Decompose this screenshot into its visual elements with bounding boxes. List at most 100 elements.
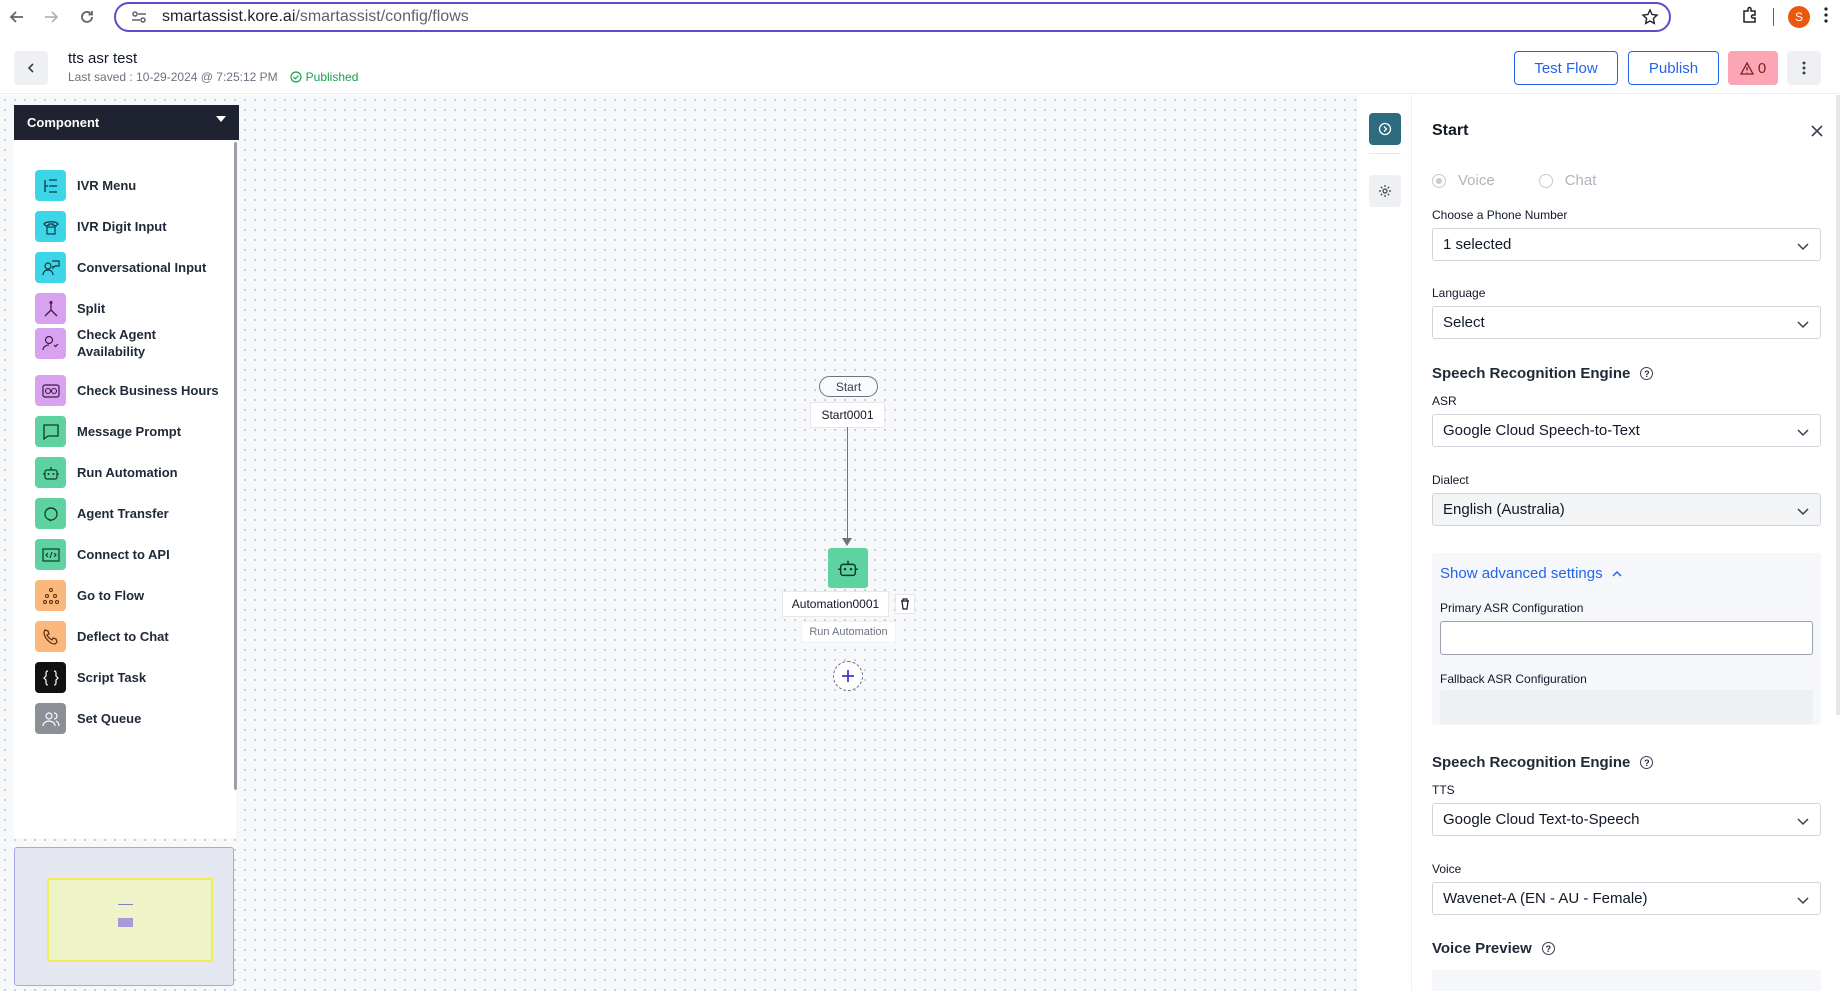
browser-menu-icon[interactable] (1824, 6, 1828, 28)
address-bar[interactable]: smartassist.kore.ai/smartassist/config/f… (114, 2, 1671, 32)
help-icon[interactable]: ? (1640, 756, 1654, 769)
tts-section-title-text: Speech Recognition Engine (1432, 754, 1631, 771)
palette-item-label: Run Automation (77, 465, 178, 480)
palette-item-message-prompt[interactable]: Message Prompt (35, 416, 181, 447)
palette-item-deflect-to-chat[interactable]: Deflect to Chat (35, 621, 169, 652)
palette-scrollbar[interactable] (234, 142, 237, 790)
trash-icon[interactable] (896, 595, 914, 613)
braces-icon (35, 662, 66, 693)
panel-scrollbar[interactable] (1836, 95, 1840, 715)
voice-radio[interactable] (1432, 173, 1446, 188)
flow-connector (847, 427, 848, 539)
primary-asr-label: Primary ASR Configuration (1440, 601, 1584, 615)
robot-icon (838, 560, 858, 577)
automation-node-label[interactable]: Automation0001 (783, 592, 888, 616)
bookmark-star-icon[interactable] (1641, 8, 1659, 31)
chevron-down-icon (1797, 897, 1809, 905)
palette-item-label: Set Queue (77, 711, 142, 726)
extensions-icon[interactable] (1741, 6, 1759, 29)
component-palette-header[interactable]: Component (14, 105, 239, 140)
asr-label: ASR (1432, 394, 1457, 408)
palette-item-run-automation[interactable]: Run Automation (35, 457, 178, 488)
conversation-icon (35, 252, 66, 283)
phone-number-select[interactable]: 1 selected (1432, 228, 1821, 261)
minimap-viewport[interactable] (47, 878, 213, 962)
phone-number-value: 1 selected (1443, 236, 1512, 253)
start-properties-panel: Start Voice Chat Choose a Phone Number 1… (1413, 95, 1840, 991)
rail-start-icon[interactable] (1369, 113, 1401, 145)
palette-item-check-agent-availability[interactable]: Check Agent Availability (35, 326, 167, 360)
warnings-button[interactable]: 0 (1728, 51, 1778, 85)
palette-title: Component (27, 115, 100, 130)
browser-forward-icon[interactable] (36, 2, 66, 32)
dialect-value: English (Australia) (1443, 501, 1565, 518)
palette-item-set-queue[interactable]: Set Queue (35, 703, 141, 734)
minimap[interactable] (14, 847, 234, 986)
minimap-node (118, 904, 133, 905)
voice-value: Wavenet-A (EN - AU - Female) (1443, 890, 1648, 907)
voice-preview-title: Voice Preview ? (1432, 940, 1555, 957)
language-label: Language (1432, 286, 1486, 300)
back-button[interactable] (14, 51, 48, 85)
publish-button[interactable]: Publish (1628, 51, 1719, 85)
voice-select[interactable]: Wavenet-A (EN - AU - Female) (1432, 882, 1821, 915)
start-pill[interactable]: Start (819, 376, 878, 397)
chat-radio-label: Chat (1564, 172, 1597, 189)
rail-settings-icon[interactable] (1369, 175, 1401, 207)
component-palette: IVR Menu IVR Digit Input Conversational … (14, 140, 236, 838)
automation-node[interactable] (828, 548, 868, 588)
palette-item-connect-to-api[interactable]: Connect to API (35, 539, 170, 570)
palette-item-ivr-menu[interactable]: IVR Menu (35, 170, 136, 201)
voice-radio-label: Voice (1458, 172, 1495, 189)
caret-down-icon[interactable] (216, 116, 226, 122)
keypad-phone-icon (35, 211, 66, 242)
primary-asr-input[interactable] (1440, 621, 1813, 655)
properties-rail (1356, 95, 1412, 991)
browser-reload-icon[interactable] (72, 2, 102, 32)
ivr-menu-icon (35, 170, 66, 201)
fallback-asr-label: Fallback ASR Configuration (1440, 672, 1587, 686)
chevron-down-icon (1797, 429, 1809, 437)
check-circle-icon (290, 71, 302, 83)
help-icon[interactable]: ? (1640, 367, 1654, 380)
palette-item-agent-transfer[interactable]: Agent Transfer (35, 498, 169, 529)
voice-label: Voice (1432, 862, 1462, 876)
palette-item-split[interactable]: Split (35, 293, 105, 324)
browser-back-icon[interactable] (2, 2, 32, 32)
chevron-down-icon (1797, 508, 1809, 516)
chat-radio[interactable] (1538, 173, 1553, 188)
palette-item-script-task[interactable]: Script Task (35, 662, 146, 693)
palette-item-conversational-input[interactable]: Conversational Input (35, 252, 206, 283)
status-badge: Published (290, 70, 358, 84)
url-host: smartassist.kore.ai (162, 8, 296, 25)
rail-divider (1369, 153, 1401, 154)
robot-icon (35, 457, 66, 488)
fallback-asr-input[interactable] (1440, 690, 1813, 724)
palette-item-check-business-hours[interactable]: Check Business Hours (35, 375, 219, 406)
profile-avatar[interactable]: S (1788, 6, 1810, 28)
show-advanced-settings-link[interactable]: Show advanced settings (1440, 565, 1623, 582)
phone-number-label: Choose a Phone Number (1432, 208, 1568, 222)
palette-item-label: Check Business Hours (77, 383, 219, 398)
asr-select[interactable]: Google Cloud Speech-to-Text (1432, 414, 1821, 447)
advanced-link-text: Show advanced settings (1440, 565, 1603, 582)
last-saved-text: Last saved : 10-29-2024 @ 7:25:12 PM (68, 70, 278, 84)
help-icon[interactable]: ? (1541, 942, 1555, 955)
agent-transfer-icon (35, 498, 66, 529)
palette-item-label: Go to Flow (77, 588, 145, 603)
dialect-select[interactable]: English (Australia) (1432, 493, 1821, 526)
tts-select[interactable]: Google Cloud Text-to-Speech (1432, 803, 1821, 836)
test-flow-button[interactable]: Test Flow (1514, 51, 1618, 85)
site-info-icon[interactable] (130, 8, 148, 26)
language-select[interactable]: Select (1432, 306, 1821, 339)
phone-chat-icon (35, 621, 66, 652)
add-node-button[interactable] (833, 661, 863, 691)
chevron-down-icon (1797, 321, 1809, 329)
more-options-icon[interactable] (1787, 51, 1821, 85)
tts-section-title: Speech Recognition Engine ? (1432, 754, 1654, 771)
palette-item-label: IVR Digit Input (77, 219, 167, 234)
palette-item-go-to-flow[interactable]: Go to Flow (35, 580, 144, 611)
close-icon[interactable] (1809, 123, 1825, 139)
start-node-label[interactable]: Start0001 (811, 403, 884, 427)
palette-item-ivr-digit-input[interactable]: IVR Digit Input (35, 211, 167, 242)
